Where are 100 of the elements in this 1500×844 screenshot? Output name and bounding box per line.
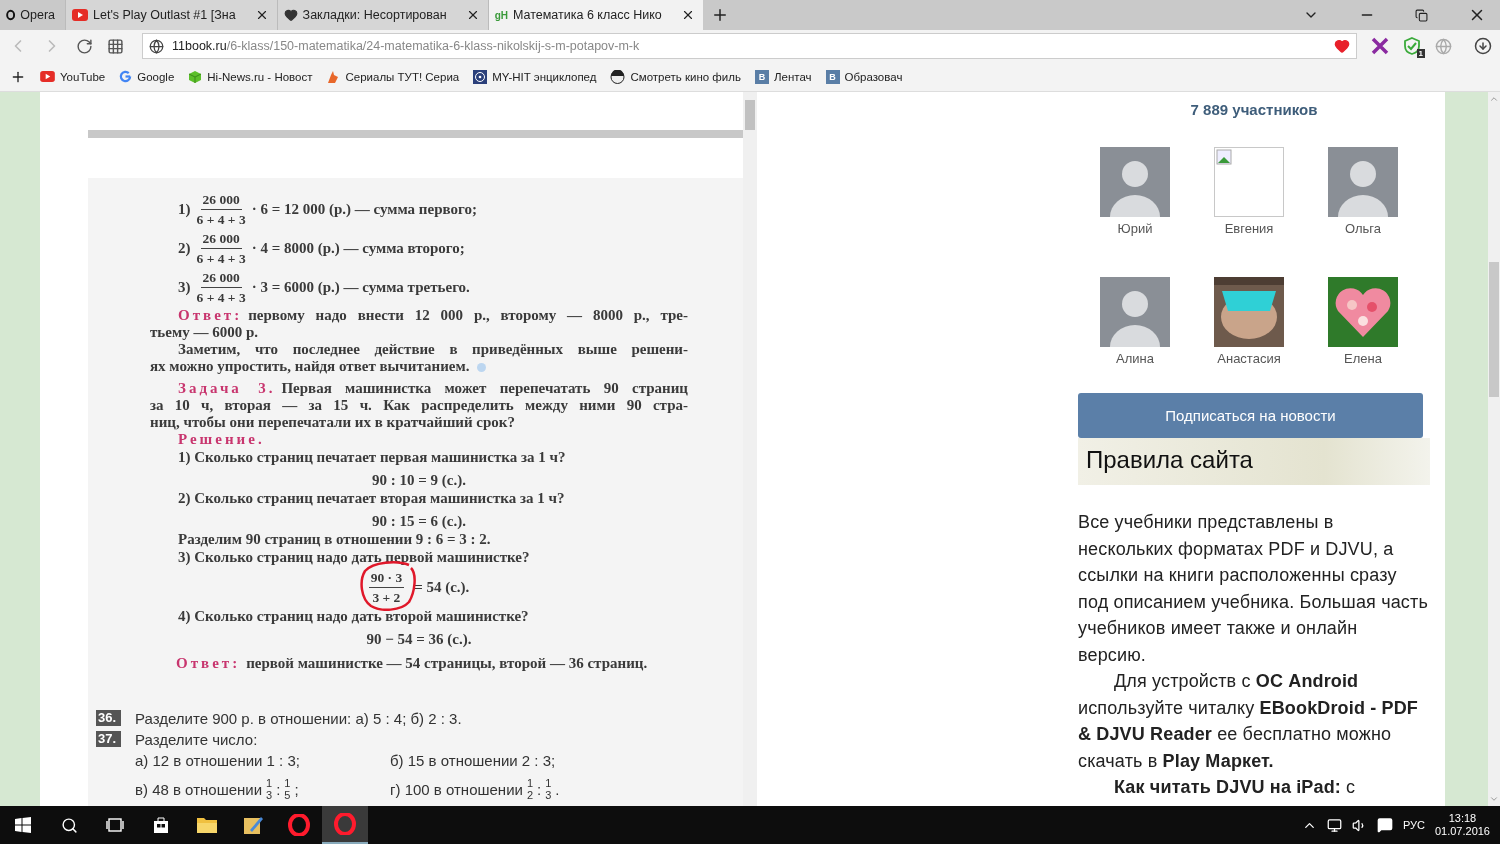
member-name[interactable]: Юрий (1117, 221, 1153, 237)
download-icon[interactable] (1474, 37, 1492, 55)
fraction: 1 2 (526, 777, 533, 801)
language-indicator[interactable]: РУС (1402, 819, 1425, 831)
fraction: 26 000 6 + 4 + 3 (196, 229, 246, 268)
globe-icon (149, 38, 164, 54)
exercise-number: 37. (96, 731, 121, 747)
rules-paragraph: Для устройств с ОС Android используйте читалку EBookDroid - PDF & DJVU Reader ее бесплатно можно скачать в Play Маркет. (1078, 670, 1419, 773)
text-line: Заметим, что последнее действие в приведённых выше решени- (177, 341, 688, 358)
member-name[interactable]: Анастасия (1217, 351, 1281, 367)
broken-image-icon (1214, 147, 1284, 217)
opera-icon[interactable] (334, 813, 356, 835)
step-number: 3) (178, 279, 191, 296)
scroll-thumb[interactable] (745, 100, 755, 130)
scroll-thumb[interactable] (1489, 261, 1499, 397)
step-text: · 4 = 8000 (р.) — сумма второго; (251, 240, 465, 257)
text-line: ниц, чтобы они перепечатали их в кратчайший срок? (150, 414, 516, 431)
fraction: 26 000 6 + 4 + 3 (196, 190, 246, 229)
text-line: тьему — 6000 р. (150, 324, 260, 341)
formula: 90 : 10 = 9 (с.). (371, 472, 467, 489)
avatar-icon (1328, 147, 1398, 217)
member-name[interactable]: Ольга (1345, 221, 1381, 237)
vk-icon: В (754, 69, 769, 84)
question-text: 3) Сколько страниц надо дать первой машинистке? (177, 549, 531, 566)
animal-icon (326, 69, 341, 84)
step-text: · 6 = 12 000 (р.) — сумма первого; (251, 201, 477, 218)
bookmark-link[interactable]: Google (119, 70, 175, 83)
clock[interactable]: 13:18 01.07.2016 (1434, 812, 1490, 838)
member-name[interactable]: Елена (1344, 351, 1382, 367)
exercise-item: б) 15 в отношении 2 : 3; (390, 752, 557, 769)
exercise-number: 36. (96, 710, 121, 726)
answer-text: Ответ: первому надо внести 12 000 р., второму — 8000 р., тре- (177, 307, 688, 324)
video-icon (72, 9, 88, 21)
bookmark-link[interactable]: MY-HIT энциклопед (473, 69, 597, 84)
scrollbar[interactable] (743, 92, 757, 806)
address-field[interactable]: 11book.ru/6-klass/150-matematika/24-matematika-6-klass-nikolskij-s-m-potapov-m-k (142, 33, 1357, 59)
fraction: 1 5 (284, 777, 291, 801)
avatar-icon (1100, 147, 1170, 217)
task-text: Задача 3. Первая машинистка может перепечатать 90 страниц (177, 380, 688, 397)
text-line: ях можно упростить, найдя ответ вычитанием. (150, 358, 688, 375)
member-name[interactable]: Евгения (1224, 221, 1274, 237)
rules-heading: Правила сайта (1078, 438, 1430, 485)
page-scrollbar[interactable] (1488, 92, 1500, 806)
site-icon: gH (494, 9, 508, 21)
exercise-item: а) 12 в отношении 1 : 3; (135, 752, 301, 769)
fraction: 26 000 6 + 4 + 3 (196, 268, 246, 307)
avatar-icon (1100, 277, 1170, 347)
heart-icon (283, 8, 298, 22)
opera-icon[interactable] (288, 814, 310, 836)
subscribe-button[interactable]: Подписаться на новости (1078, 393, 1423, 438)
bookmark-link[interactable]: В Лентач (754, 69, 812, 84)
network-icon[interactable] (1326, 817, 1342, 833)
fraction: 1 3 (266, 777, 273, 801)
question-text: 2) Сколько страниц печатает вторая машинистка за 1 ч? (177, 490, 566, 507)
browser-tab[interactable]: Let's Play Outlast #1 [Зна (65, 0, 277, 30)
speed-dial-icon[interactable] (107, 37, 124, 55)
search-icon (60, 816, 78, 834)
step-text: · 3 = 6000 (р.) — сумма третьего. (251, 279, 470, 296)
windows-logo-icon (15, 817, 31, 833)
folder-icon[interactable] (196, 816, 218, 834)
member-name[interactable]: Алина (1116, 351, 1154, 367)
fraction: 90 · 3 3 + 2 (368, 568, 405, 607)
rules-paragraph: Как читать DJVU на iPad: с (1113, 776, 1357, 799)
bookmark-link[interactable]: YouTube (40, 70, 106, 83)
punctuation: ; (294, 780, 299, 798)
ratio-sign: : (537, 780, 542, 798)
paint-brush-icon[interactable] (242, 814, 264, 836)
browser-tab[interactable]: gH Математика 6 класс Нико (487, 0, 703, 30)
video-icon (40, 71, 55, 82)
formula: = 54 (с.). (414, 579, 470, 596)
exercise-text: Разделите число: (135, 731, 259, 748)
bookmark-link[interactable]: Смотреть кино филь (610, 69, 741, 84)
x-icon[interactable] (1371, 37, 1389, 55)
text-line: за 10 ч, вторая — за 15 ч. Как распределить между ними 90 стра- (150, 397, 688, 414)
url-text: 11book.ru/6-klass/150-matematika/24-matematika-6-klass-nikolskij-s-m-potapov-m-k (172, 39, 640, 53)
cartoon-face-icon (610, 69, 626, 84)
reload-icon[interactable] (76, 37, 93, 55)
film-reel-icon (473, 69, 488, 84)
question-text: 1) Сколько страниц печатает первая машинистка за 1 ч? (177, 449, 567, 466)
formula: 90 : 15 = 6 (с.). (371, 513, 467, 530)
exercise-text: Разделите 900 р. в отношении: а) 5 : 4; б) 2 : 3. (135, 710, 462, 727)
section-heading: Решение. (177, 431, 266, 448)
task-view-icon (106, 817, 124, 833)
question-text: Разделим 90 страниц в отношении 9 : 6 = 3 : 2. (177, 531, 492, 548)
browser-tab[interactable]: Закладки: Несортирован (276, 0, 488, 30)
g-icon (119, 70, 133, 83)
step-number: 2) (178, 240, 191, 257)
cube-icon (188, 69, 203, 84)
step-number: 1) (178, 201, 191, 218)
shopping-bag-icon[interactable] (151, 815, 171, 835)
notifications-icon[interactable] (1376, 817, 1393, 833)
opera-menu-button[interactable]: Opera (0, 0, 65, 30)
bookmark-link[interactable]: Hi-News.ru - Новост (188, 69, 313, 84)
answer-text: Ответ: первой машинистке — 54 страницы, второй — 36 страниц. (175, 655, 649, 672)
members-count: 7 889 участников (1189, 101, 1319, 118)
formula: 90 − 54 = 36 (с.). (365, 631, 473, 648)
restore-icon[interactable] (1415, 8, 1428, 22)
bookmark-link[interactable]: Сериалы ТУТ! Сериа (326, 69, 460, 84)
heart-icon[interactable] (1334, 38, 1350, 54)
bookmark-link[interactable]: В Образовач (825, 69, 903, 84)
